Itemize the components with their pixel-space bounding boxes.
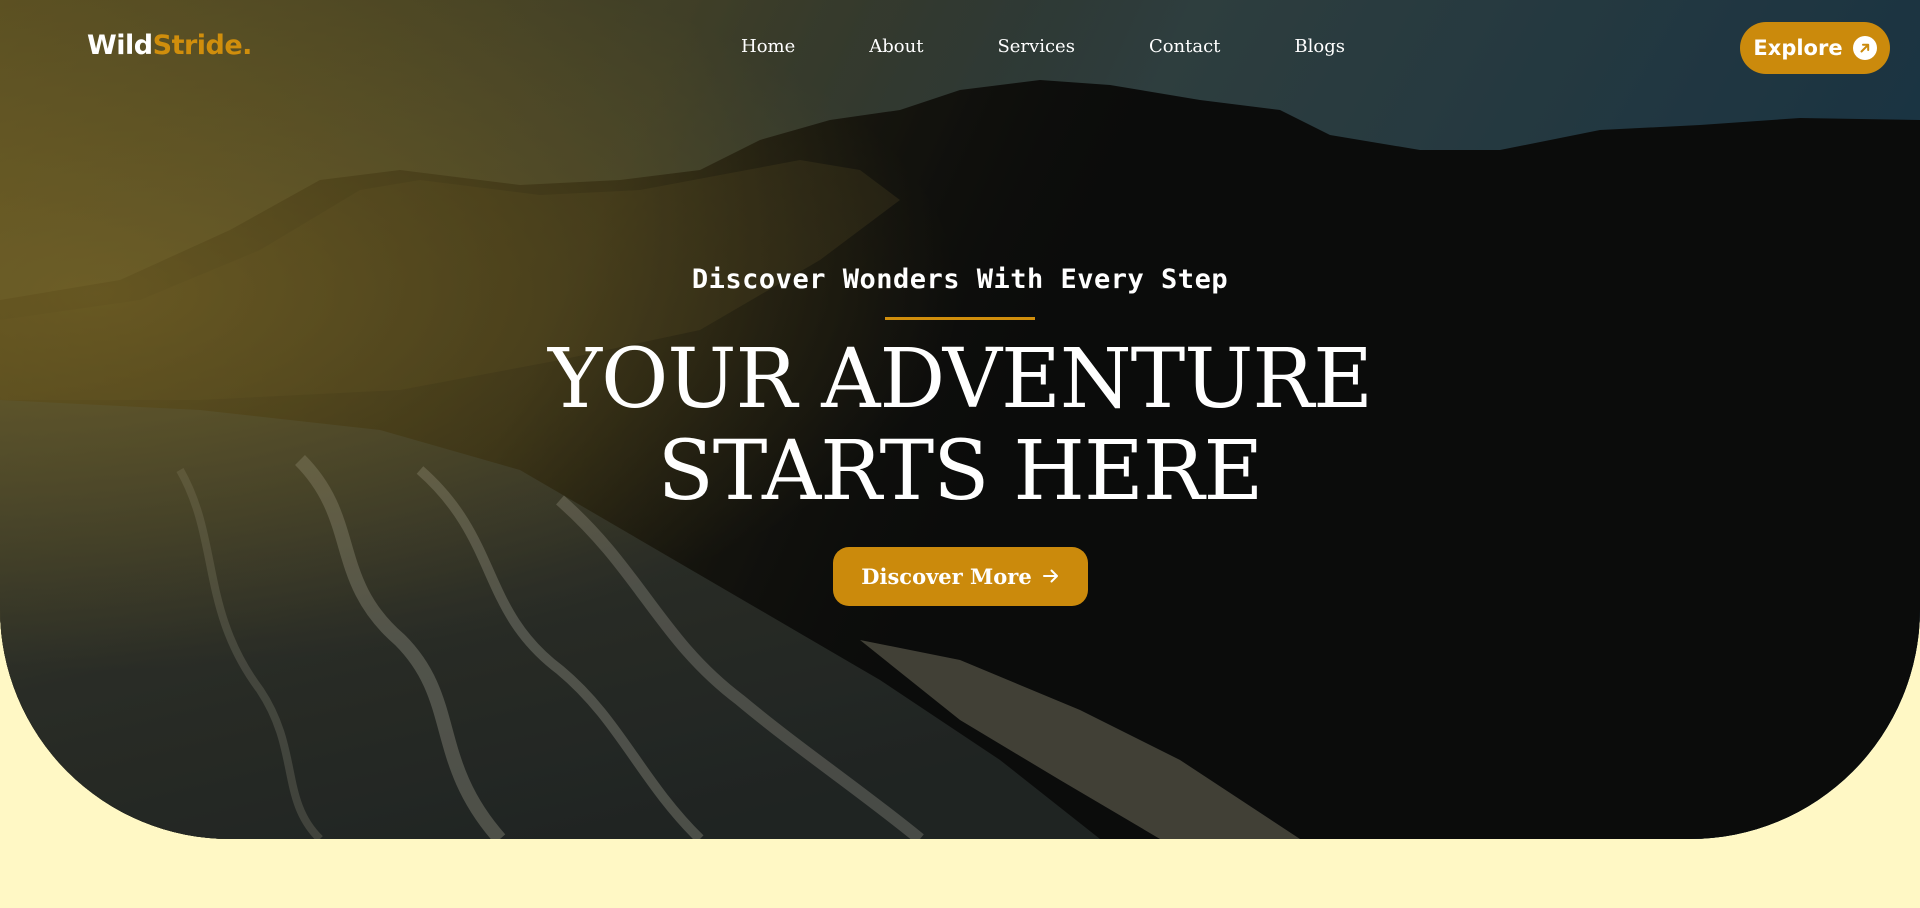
- discover-more-label: Discover More: [861, 564, 1032, 589]
- brand-logo-wild: Wild: [87, 30, 153, 61]
- hero-kicker: Discover Wonders With Every Step: [691, 264, 1229, 295]
- explore-button-label: Explore: [1753, 36, 1843, 60]
- hero-section: WildStride. Home About Services Contact …: [0, 0, 1920, 839]
- nav-contact[interactable]: Contact: [1149, 36, 1220, 57]
- nav-home[interactable]: Home: [741, 36, 795, 57]
- arrow-right-icon: [1042, 564, 1060, 589]
- brand-logo-stride: Stride.: [152, 30, 253, 61]
- discover-more-button[interactable]: Discover More: [833, 547, 1088, 606]
- hero-headline: YOUR ADVENTURE STARTS HERE: [0, 334, 1920, 518]
- nav-blogs[interactable]: Blogs: [1294, 36, 1345, 57]
- kicker-divider: [885, 317, 1035, 320]
- hero-headline-line1: YOUR ADVENTURE: [547, 332, 1373, 427]
- nav-services[interactable]: Services: [997, 36, 1074, 57]
- nav-about[interactable]: About: [869, 36, 923, 57]
- explore-button[interactable]: Explore: [1740, 22, 1890, 74]
- brand-logo[interactable]: WildStride.: [87, 30, 252, 61]
- arrow-up-right-icon: [1852, 36, 1877, 60]
- main-nav: Home About Services Contact Blogs: [741, 36, 1345, 57]
- hero-headline-line2: STARTS HERE: [657, 424, 1264, 519]
